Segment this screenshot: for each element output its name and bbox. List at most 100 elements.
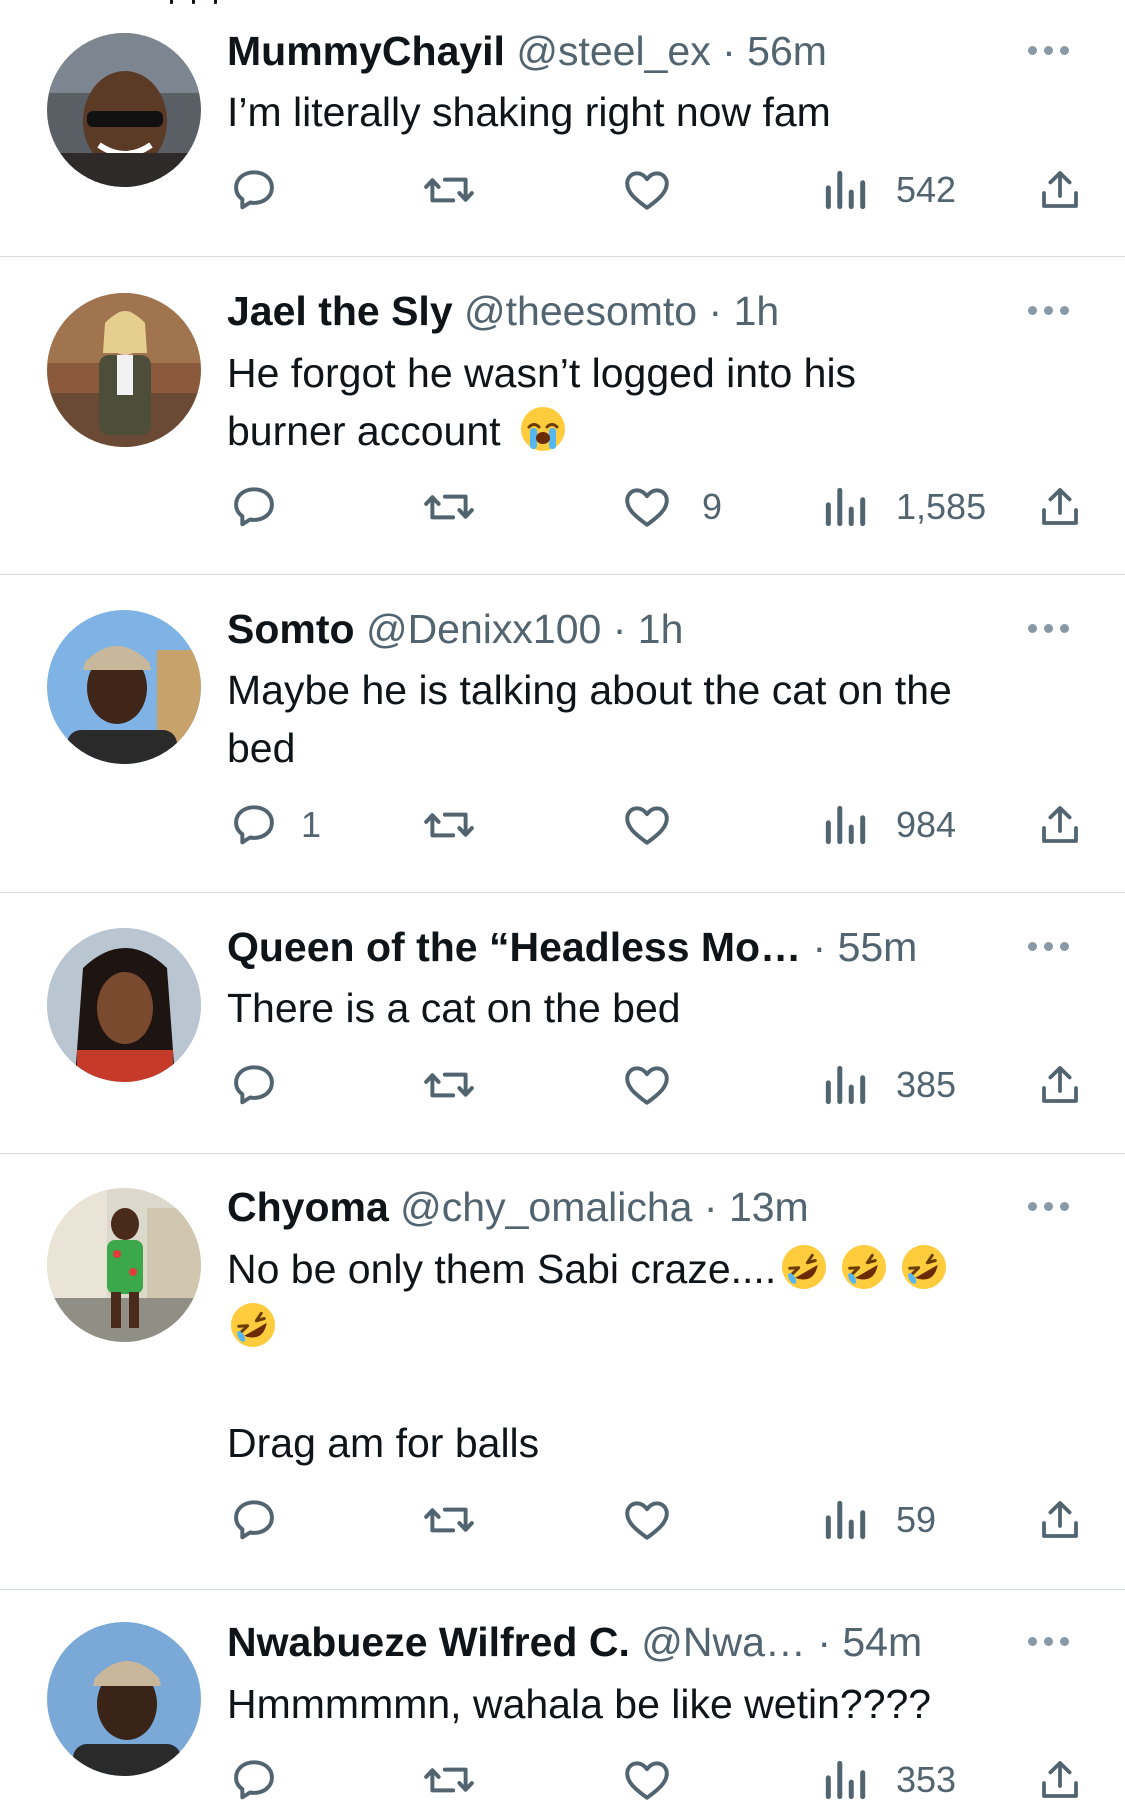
- divider: [0, 1153, 1125, 1154]
- tweet-text: There is a cat on the bed: [227, 979, 1087, 1037]
- avatar[interactable]: [47, 33, 201, 187]
- views-count: 984: [896, 804, 957, 845]
- tweet-text: Hmmmmmn, wahala be like wetin????: [227, 1675, 1087, 1733]
- loudly-crying-face-emoji: [519, 405, 567, 453]
- more-icon[interactable]: [1028, 46, 1072, 58]
- views-icon: [825, 1760, 866, 1800]
- views-count: 59: [896, 1499, 937, 1540]
- views-icon: [825, 1065, 866, 1105]
- author-handle[interactable]: @steel_ex: [516, 28, 710, 74]
- timestamp[interactable]: 54m: [842, 1619, 922, 1665]
- heart-icon: [625, 171, 669, 210]
- avatar[interactable]: [47, 928, 201, 1082]
- divider: [0, 892, 1125, 893]
- retweet-icon: [424, 1072, 474, 1098]
- author-name[interactable]: Jael the Sly: [227, 288, 453, 334]
- more-icon[interactable]: [1028, 306, 1072, 318]
- previous-tweet-crop: [0, 0, 1125, 14]
- share-icon: [1042, 171, 1078, 208]
- more-icon[interactable]: [1028, 942, 1072, 954]
- tweet-text-line: bed: [227, 725, 296, 771]
- heart-icon: [625, 1501, 669, 1540]
- author-name[interactable]: Queen of the “Headless Mo…: [227, 924, 801, 970]
- tweet-text-line: Hmmmmmn, wahala be like wetin????: [227, 1681, 932, 1727]
- tweet-header: MummyChayil @steel_ex · 56m: [227, 26, 827, 76]
- heart-icon: [625, 806, 669, 845]
- tweet-text: Maybe he is talking about the cat on the…: [227, 661, 1087, 777]
- author-handle[interactable]: @chy_omalicha: [400, 1184, 692, 1230]
- tweet-text-line: I’m literally shaking right now fam: [227, 89, 831, 135]
- views-icon: [825, 487, 866, 527]
- tweet-text-line: There is a cat on the bed: [227, 985, 681, 1031]
- avatar[interactable]: [47, 293, 201, 447]
- timestamp[interactable]: 56m: [747, 28, 827, 74]
- tweet-text-line: He forgot he wasn’t logged into his: [227, 350, 857, 396]
- heart-icon: [625, 1066, 669, 1105]
- tweet-text-fragment: burner account: [227, 408, 501, 454]
- author-handle[interactable]: @Denixx100: [366, 606, 601, 652]
- heart-icon: [625, 1761, 669, 1800]
- separator-dot: ·: [817, 1619, 831, 1665]
- reply-count: 1: [301, 804, 322, 845]
- separator-dot: ·: [612, 606, 627, 652]
- timestamp[interactable]: 13m: [729, 1184, 809, 1230]
- timestamp[interactable]: 55m: [838, 924, 918, 970]
- tweet-header: Jael the Sly @theesomto · 1h: [227, 286, 779, 336]
- share-icon: [1042, 1761, 1078, 1798]
- views-count: 1,585: [896, 486, 987, 527]
- author-name[interactable]: MummyChayil: [227, 28, 505, 74]
- retweet-icon: [424, 494, 474, 520]
- timestamp[interactable]: 1h: [734, 288, 780, 334]
- views-icon: [825, 170, 866, 210]
- rolling-on-the-floor-laughing-emoji: [900, 1243, 948, 1291]
- views-count: 542: [896, 169, 957, 210]
- tweet-text: I’m literally shaking right now fam: [227, 83, 1087, 141]
- separator-dot: ·: [812, 924, 827, 970]
- avatar[interactable]: [47, 1188, 201, 1342]
- reply-icon: [234, 1065, 274, 1105]
- tweet-text-line: Drag am for balls: [227, 1420, 540, 1466]
- more-icon[interactable]: [1028, 1637, 1072, 1649]
- tweet-text-fragment: No be only them Sabi craze....: [227, 1246, 777, 1292]
- separator-dot: ·: [703, 1184, 718, 1230]
- author-handle[interactable]: @theesomto: [464, 288, 697, 334]
- separator-dot: ·: [722, 28, 736, 74]
- author-handle[interactable]: @Nwa…: [641, 1619, 806, 1665]
- views-icon: [825, 805, 866, 845]
- more-icon[interactable]: [1028, 1202, 1072, 1214]
- separator-dot: ·: [708, 288, 723, 334]
- rolling-on-the-floor-laughing-emoji: [840, 1243, 888, 1291]
- avatar[interactable]: [47, 610, 201, 764]
- tweet-text: He forgot he wasn’t logged into his burn…: [227, 344, 1087, 460]
- reply-icon: [234, 487, 274, 527]
- divider: [0, 574, 1125, 575]
- retweet-icon: [424, 812, 474, 838]
- reply-icon: [234, 805, 274, 845]
- retweet-icon: [424, 177, 474, 203]
- avatar[interactable]: [47, 1622, 201, 1776]
- retweet-icon: [424, 1767, 474, 1793]
- divider: [0, 256, 1125, 257]
- tweet-text-line: Maybe he is talking about the cat on the: [227, 667, 952, 713]
- views-count: 353: [896, 1759, 957, 1800]
- timestamp[interactable]: 1h: [638, 606, 684, 652]
- more-icon[interactable]: [1028, 624, 1072, 636]
- views-icon: [825, 1500, 866, 1540]
- author-name[interactable]: Chyoma: [227, 1184, 389, 1230]
- reply-icon: [234, 1760, 274, 1800]
- like-count: 9: [702, 486, 723, 527]
- heart-icon: [625, 488, 669, 527]
- author-name[interactable]: Somto: [227, 606, 355, 652]
- tweet-header: Somto @Denixx100 · 1h: [227, 604, 683, 654]
- share-icon: [1042, 488, 1078, 525]
- retweet-icon: [424, 1507, 474, 1533]
- author-name[interactable]: Nwabueze Wilfred C.: [227, 1619, 630, 1665]
- share-icon: [1042, 1501, 1078, 1538]
- tweet-text-line: burner account: [227, 402, 1087, 460]
- tweet-text-line: [227, 1298, 1087, 1356]
- divider: [0, 1589, 1125, 1590]
- tweet-text: No be only them Sabi craze.... Drag am f…: [227, 1240, 1087, 1472]
- reply-icon: [234, 1500, 274, 1540]
- tweet-text-line: [227, 1356, 1087, 1414]
- rolling-on-the-floor-laughing-emoji: [229, 1301, 277, 1349]
